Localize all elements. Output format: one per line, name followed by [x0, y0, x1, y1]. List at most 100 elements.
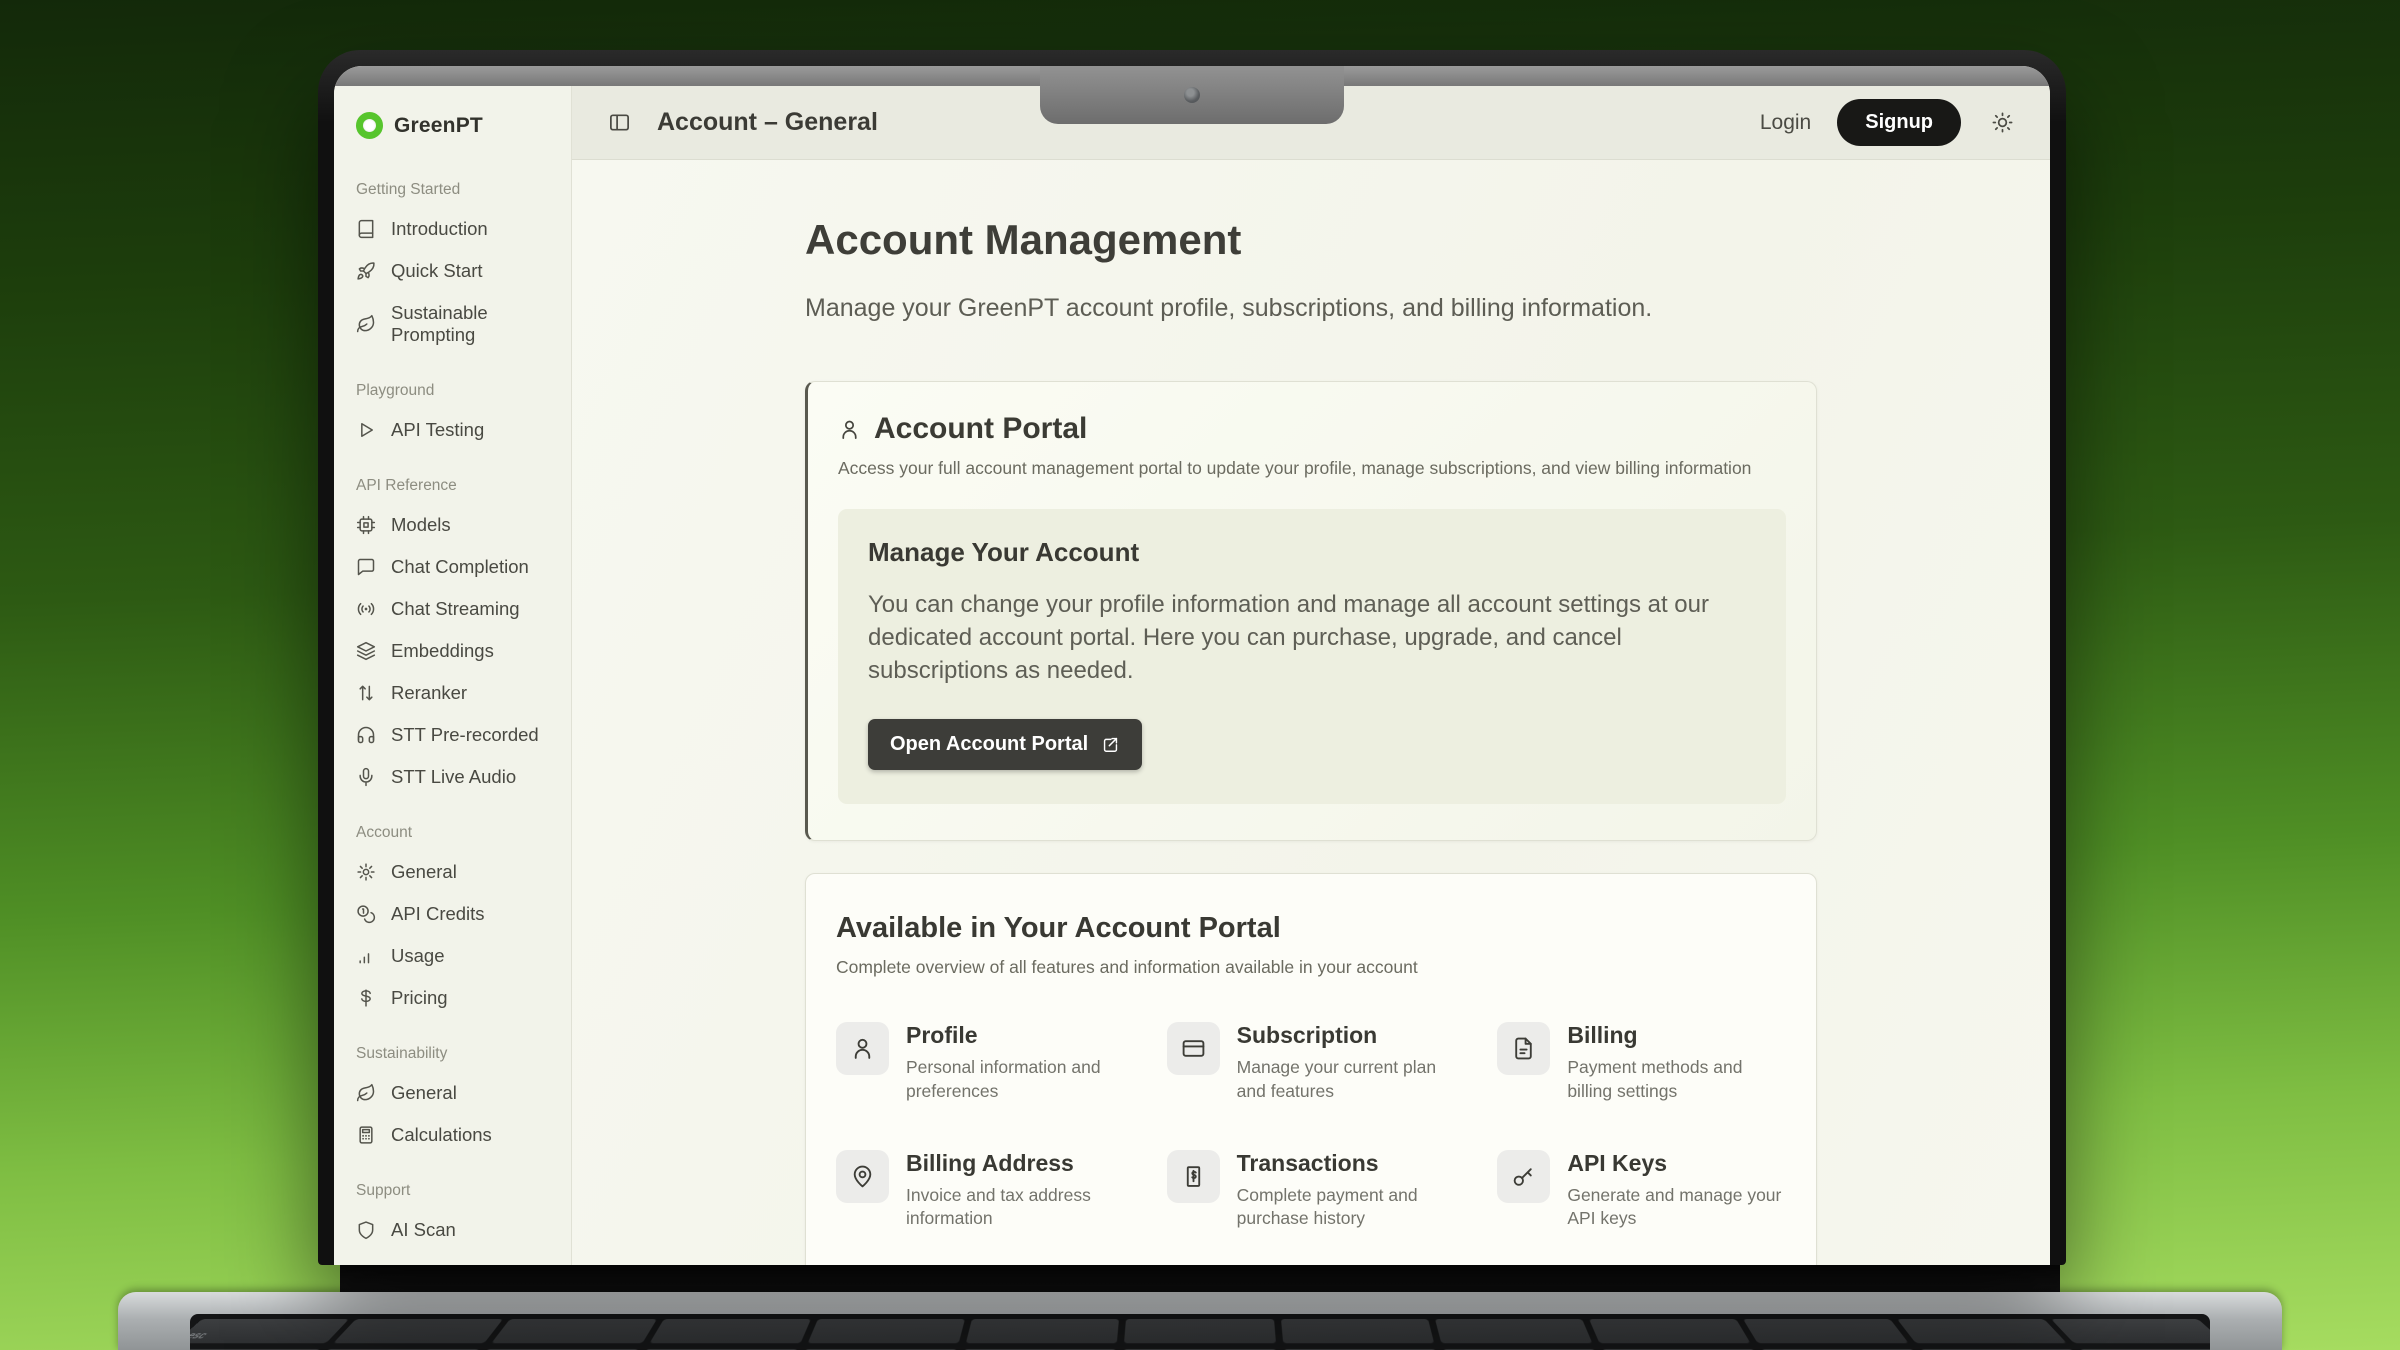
- webcam-icon: [1184, 87, 1200, 103]
- laptop-screen: GreenPT Getting Started Introduction Qui…: [318, 50, 2066, 1265]
- keyboard-key: [966, 1319, 1119, 1343]
- sidebar-item-sustainability-general[interactable]: General: [334, 1072, 571, 1114]
- sidebar-item-calculations[interactable]: Calculations: [334, 1114, 571, 1156]
- laptop-keyboard: esc`1234567890-=tabQWERT: [190, 1314, 2210, 1350]
- user-icon: [850, 1036, 875, 1061]
- credit-card-icon: [1181, 1036, 1206, 1061]
- signup-button[interactable]: Signup: [1837, 99, 1961, 146]
- keyboard-key: [1281, 1319, 1434, 1343]
- external-link-icon: [1101, 735, 1120, 754]
- sidebar: GreenPT Getting Started Introduction Qui…: [334, 86, 572, 1265]
- greenpt-docs-app: GreenPT Getting Started Introduction Qui…: [334, 86, 2050, 1265]
- sidebar-item-ai-scan[interactable]: AI Scan: [334, 1209, 571, 1251]
- desktop-background: esc`1234567890-=tabQWERT GreenPT Getting…: [0, 0, 2400, 1350]
- main-area: Account – General Login Signup Account M…: [572, 86, 2050, 1265]
- sun-icon: [1991, 111, 2014, 134]
- leaf-icon: [356, 314, 376, 334]
- broadcast-icon: [356, 599, 376, 619]
- sidebar-item-chat-completion[interactable]: Chat Completion: [334, 546, 571, 588]
- sidebar-item-models[interactable]: Models: [334, 504, 571, 546]
- dollar-icon: [356, 988, 376, 1008]
- sidebar-item-sustainable-prompting[interactable]: Sustainable Prompting: [334, 292, 571, 356]
- headphones-icon: [356, 725, 376, 745]
- card-title: Account Portal: [874, 412, 1087, 446]
- section-label: Account: [356, 824, 549, 842]
- section-getting-started: Getting Started Introduction Quick Start…: [334, 181, 571, 356]
- sidebar-item-api-credits[interactable]: API Credits: [334, 893, 571, 935]
- section-account: Account General API Credits Usage: [334, 824, 571, 1019]
- panel-body: You can change your profile information …: [868, 588, 1748, 687]
- sidebar-item-reranker[interactable]: Reranker: [334, 672, 571, 714]
- page-breadcrumb-title: Account – General: [657, 108, 878, 137]
- layers-icon: [356, 641, 376, 661]
- section-sustainability: Sustainability General Calculations: [334, 1045, 571, 1156]
- sidebar-item-quick-start[interactable]: Quick Start: [334, 250, 571, 292]
- section-label: API Reference: [356, 477, 549, 495]
- keyboard-key: [1589, 1319, 1751, 1343]
- coins-icon: [356, 904, 376, 924]
- sidebar-item-stt-live-audio[interactable]: STT Live Audio: [334, 756, 571, 798]
- laptop-notch: [1040, 66, 1344, 124]
- feature-billing: Billing Payment methods and billing sett…: [1497, 1022, 1786, 1103]
- feature-billing-address: Billing Address Invoice and tax address …: [836, 1150, 1125, 1231]
- sidebar-item-stt-prerecorded[interactable]: STT Pre-recorded: [334, 714, 571, 756]
- receipt-icon: [1181, 1164, 1206, 1189]
- section-support: Support AI Scan: [334, 1182, 571, 1251]
- map-pin-icon: [850, 1164, 875, 1189]
- login-link[interactable]: Login: [1760, 111, 1811, 135]
- sort-icon: [356, 683, 376, 703]
- card-description: Access your full account management port…: [838, 458, 1786, 479]
- keyboard-key: [333, 1319, 503, 1343]
- chat-icon: [356, 557, 376, 577]
- open-account-portal-button[interactable]: Open Account Portal: [868, 719, 1142, 770]
- keyboard-key: [1897, 1319, 2067, 1343]
- keyboard-key: [1124, 1319, 1275, 1343]
- sidebar-item-chat-streaming[interactable]: Chat Streaming: [334, 588, 571, 630]
- keyboard-key: [2051, 1319, 2210, 1343]
- panel-title: Manage Your Account: [868, 537, 1756, 568]
- key-icon: [1511, 1164, 1536, 1189]
- user-icon: [838, 418, 861, 441]
- sidebar-item-usage[interactable]: Usage: [334, 935, 571, 977]
- feature-subscription: Subscription Manage your current plan an…: [1167, 1022, 1456, 1103]
- cpu-icon: [356, 515, 376, 535]
- rocket-icon: [356, 261, 376, 281]
- leaf-icon: [356, 1083, 376, 1103]
- sidebar-toggle-icon[interactable]: [608, 111, 631, 134]
- feature-api-keys: API Keys Generate and manage your API ke…: [1497, 1150, 1786, 1231]
- sidebar-item-pricing[interactable]: Pricing: [334, 977, 571, 1019]
- mic-icon: [356, 767, 376, 787]
- card-subtitle: Complete overview of all features and in…: [836, 957, 1786, 978]
- feature-profile: Profile Personal information and prefere…: [836, 1022, 1125, 1103]
- sidebar-item-api-testing[interactable]: API Testing: [334, 409, 571, 451]
- section-label: Support: [356, 1182, 549, 1200]
- sidebar-item-embeddings[interactable]: Embeddings: [334, 630, 571, 672]
- section-label: Sustainability: [356, 1045, 549, 1063]
- keyboard-key: [650, 1319, 812, 1343]
- sidebar-item-account-general[interactable]: General: [334, 851, 571, 893]
- section-api-reference: API Reference Models Chat Completion Cha…: [334, 477, 571, 798]
- screen-content: GreenPT Getting Started Introduction Qui…: [334, 66, 2050, 1265]
- play-icon: [356, 420, 376, 440]
- logo[interactable]: GreenPT: [334, 98, 571, 155]
- calculator-icon: [356, 1125, 376, 1145]
- section-playground: Playground API Testing: [334, 382, 571, 451]
- greenpt-logo-icon: [356, 112, 383, 139]
- keyboard-key: [808, 1319, 965, 1343]
- logo-text: GreenPT: [394, 114, 483, 138]
- theme-toggle[interactable]: [1991, 111, 2014, 134]
- features-card: Available in Your Account Portal Complet…: [805, 873, 1817, 1265]
- section-label: Getting Started: [356, 181, 549, 199]
- account-portal-card: Account Portal Access your full account …: [805, 381, 1817, 841]
- content-scroll-area[interactable]: Account Management Manage your GreenPT a…: [572, 160, 2050, 1265]
- keyboard-key: [491, 1319, 657, 1343]
- keyboard-key: [1435, 1319, 1592, 1343]
- section-label: Playground: [356, 382, 549, 400]
- sidebar-item-introduction[interactable]: Introduction: [334, 208, 571, 250]
- manage-account-panel: Manage Your Account You can change your …: [838, 509, 1786, 804]
- shield-icon: [356, 1220, 376, 1240]
- gear-icon: [356, 862, 376, 882]
- card-title: Available in Your Account Portal: [836, 912, 1786, 945]
- page-title: Account Management: [805, 216, 1817, 264]
- keyboard-key: [1743, 1319, 1909, 1343]
